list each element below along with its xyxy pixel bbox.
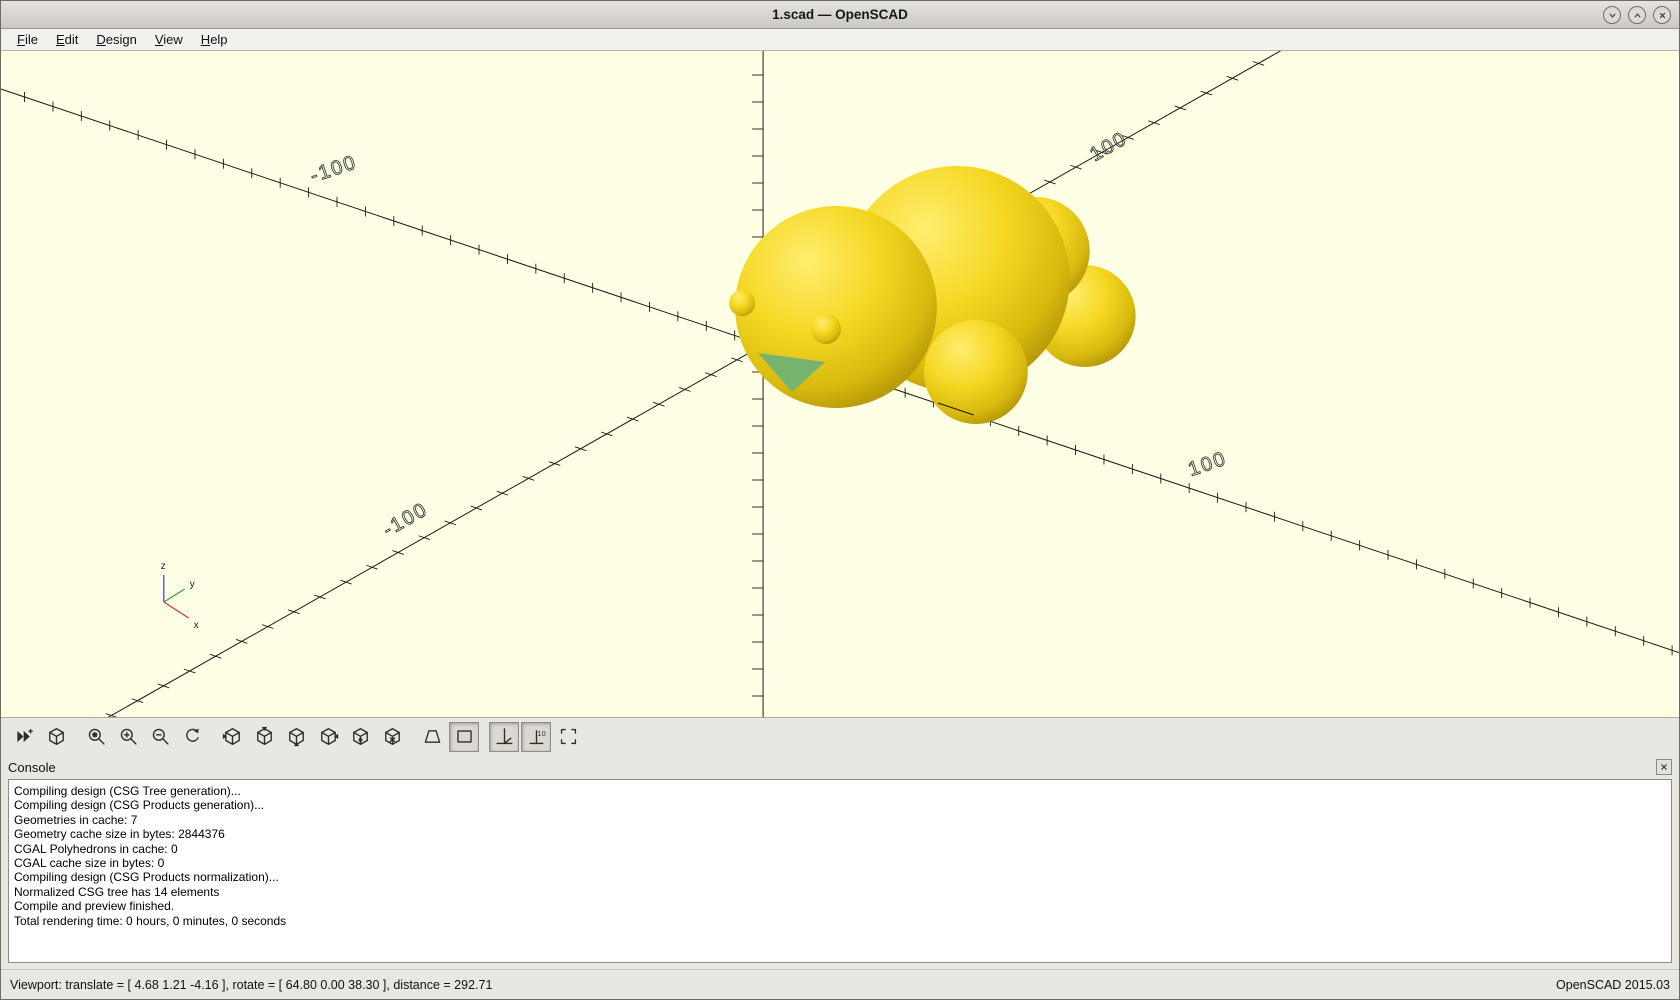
console-line: Geometries in cache: 7 [14, 812, 138, 827]
console-line: Compiling design (CSG Products generatio… [14, 798, 265, 813]
zoom-all-button[interactable] [81, 722, 111, 752]
window-controls [1603, 6, 1671, 24]
console-title: Console [8, 759, 56, 775]
viewport-canvas[interactable]: -100 100 100 -100 z y x [1, 51, 1679, 717]
preview-icon [16, 728, 33, 743]
menu-file[interactable]: File [9, 30, 46, 49]
window-maximize-button[interactable] [1628, 6, 1646, 24]
zoom-all-icon [88, 728, 105, 745]
console-line: Total rendering time: 0 hours, 0 minutes… [14, 913, 287, 928]
view-perspective-icon [424, 730, 440, 743]
toolbar-group [81, 722, 207, 752]
console-line: Compile and preview finished. [14, 899, 175, 914]
toolbar-group: 10 [489, 721, 583, 752]
zoom-in-button[interactable] [113, 722, 143, 752]
orientation-gizmo: z y x [161, 561, 199, 631]
close-icon [1661, 764, 1667, 770]
chevron-up-icon [1634, 12, 1640, 17]
view-orthogonal-button[interactable] [449, 721, 479, 752]
openscad-window: 1.scad — OpenSCAD File Edit Design View … [0, 0, 1680, 1000]
model-sphere [923, 320, 1028, 424]
view-left-icon [320, 728, 338, 745]
toolbar-group [217, 722, 407, 752]
zoom-out-icon [152, 728, 169, 745]
model-sphere [729, 290, 756, 316]
gizmo-y-axis [163, 588, 186, 603]
preview-button[interactable] [9, 722, 39, 752]
view-top-icon [256, 726, 272, 745]
close-icon [1659, 12, 1665, 18]
zoom-in-icon [120, 728, 137, 745]
menu-help[interactable]: Help [193, 30, 236, 49]
window-shade-button[interactable] [1603, 6, 1621, 24]
view-perspective-button[interactable] [417, 722, 447, 752]
statusbar: Viewport: translate = [ 4.68 1.21 -4.16 … [1, 969, 1679, 999]
view-bottom-button[interactable] [281, 722, 311, 752]
console-line: Normalized CSG tree has 14 elements [14, 884, 220, 899]
window-title: 1.scad — OpenSCAD [772, 7, 908, 22]
show-axes-icon [495, 728, 513, 745]
titlebar[interactable]: 1.scad — OpenSCAD [1, 1, 1679, 29]
console-header: Console [1, 755, 1679, 779]
chevron-down-icon [1609, 13, 1615, 18]
view-orthogonal-icon [456, 730, 472, 743]
viewport-status-text: Viewport: translate = [ 4.68 1.21 -4.16 … [10, 977, 493, 992]
show-crosshairs-button[interactable] [553, 722, 583, 752]
gizmo-axis-label: z [161, 561, 166, 572]
svg-text:10: 10 [537, 729, 545, 738]
version-label: OpenSCAD 2015.03 [1556, 977, 1670, 992]
view-back-button[interactable] [377, 722, 407, 752]
render-icon [48, 728, 64, 745]
menu-design[interactable]: Design [88, 30, 144, 49]
window-close-button[interactable] [1653, 6, 1671, 24]
view-bottom-icon [288, 728, 304, 747]
console-output[interactable]: Compiling design (CSG Tree generation)..… [8, 779, 1672, 963]
console-close-button[interactable] [1656, 759, 1672, 775]
viewport-3d[interactable]: -100 100 100 -100 z y x [1, 51, 1679, 717]
gizmo-x-axis [163, 601, 190, 619]
menu-view[interactable]: View [147, 30, 191, 49]
toolbar-group [9, 722, 71, 752]
show-crosshairs-icon [560, 728, 576, 745]
console-line: Geometry cache size in bytes: 2844376 [14, 827, 225, 842]
view-left-button[interactable] [313, 722, 343, 752]
show-scale-markers-icon: 10 [529, 729, 545, 745]
axis-scale-label: -100 [307, 151, 359, 187]
render-button[interactable] [41, 722, 71, 752]
menu-edit[interactable]: Edit [48, 30, 86, 49]
console-line: Compiling design (CSG Products normaliza… [14, 870, 279, 885]
model-sphere [735, 206, 937, 408]
view-front-icon [352, 728, 368, 745]
reset-view-icon [185, 728, 199, 742]
axis-scale-label: -100 [379, 498, 432, 541]
gizmo-axis-label: y [190, 579, 195, 590]
model [729, 166, 1136, 424]
model-sphere [811, 314, 841, 344]
show-axes-button[interactable] [489, 721, 519, 752]
axis-scale-label: 100 [1186, 448, 1230, 481]
gizmo-axis-label: x [194, 620, 199, 631]
console-line: CGAL Polyhedrons in cache: 0 [14, 841, 178, 856]
toolbar-group [417, 721, 479, 752]
menubar: File Edit Design View Help [1, 29, 1679, 51]
view-right-button[interactable] [217, 722, 247, 752]
view-top-button[interactable] [249, 722, 279, 752]
view-front-button[interactable] [345, 722, 375, 752]
view-back-icon [384, 728, 400, 745]
console-line: Compiling design (CSG Tree generation)..… [14, 784, 241, 798]
axis-scale-label: 100 [1086, 127, 1131, 166]
reset-view-button[interactable] [177, 722, 207, 752]
zoom-out-button[interactable] [145, 722, 175, 752]
view-right-icon [222, 728, 240, 745]
console-line: CGAL cache size in bytes: 0 [14, 856, 165, 871]
show-scale-markers-button[interactable]: 10 [521, 721, 551, 752]
view-toolbar: 10 [1, 717, 1679, 755]
